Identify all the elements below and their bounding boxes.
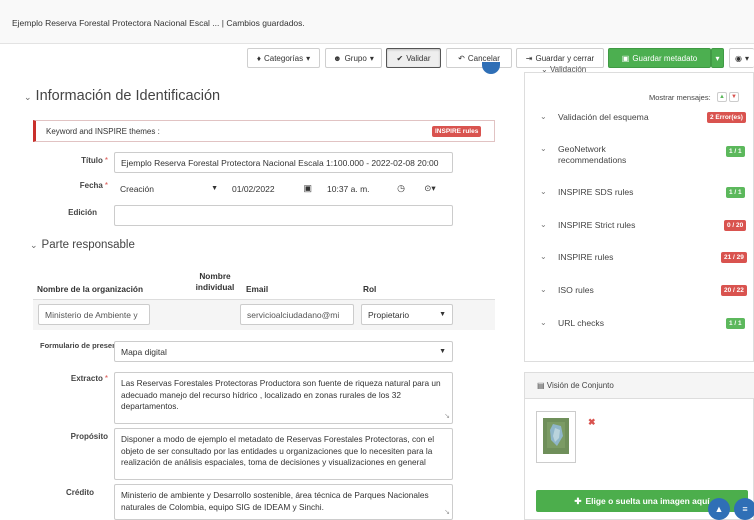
extracto-label: Extracto * — [70, 374, 108, 383]
edicion-label: Edición — [68, 208, 97, 217]
menu-icon: ≡ — [742, 504, 748, 514]
fecha-type-select[interactable]: Creación ▼ — [114, 178, 224, 199]
chevron-up-icon: ▲ — [714, 504, 724, 514]
fecha-time-input[interactable]: 10:37 a. m. ◷ — [321, 178, 411, 199]
chevron-down-icon: ▼ — [439, 348, 446, 355]
circle-options-icon: ⊙▾ — [424, 183, 436, 193]
status-badge: 1 / 1 — [726, 187, 745, 198]
thumbs-up-icon[interactable]: ▲ — [717, 92, 727, 102]
exit-icon: ⇥ — [525, 53, 533, 63]
overview-header: ▤ Visión de Conjunto — [525, 373, 754, 399]
chevron-down-icon: ⌄ — [30, 240, 38, 250]
cancel-button[interactable]: ↶ Cancelar — [446, 48, 512, 68]
header-role: Rol — [363, 284, 377, 294]
chevron-down-icon: ⌄ — [540, 187, 547, 196]
scroll-top-button[interactable]: ▲ — [708, 498, 730, 520]
validate-button[interactable]: ✔ Validar — [386, 48, 441, 68]
header-org: Nombre de la organización — [37, 284, 144, 294]
image-icon: ▤ — [537, 381, 545, 390]
chevron-down-icon: ⌄ — [540, 220, 547, 229]
save-icon: ▣ — [621, 53, 630, 63]
section-identification-title[interactable]: ⌄ Información de Identificación — [24, 88, 220, 104]
email-input[interactable]: servicioalciudadano@mi — [240, 304, 354, 325]
role-select[interactable]: Propietario ▼ — [361, 304, 453, 325]
proposito-label: Propósito — [70, 432, 108, 441]
view-options-button[interactable]: ◉ ▾ — [729, 48, 754, 68]
remove-thumbnail-icon[interactable]: ✖ — [588, 417, 596, 428]
section-responsible-title[interactable]: ⌄ Parte responsable — [30, 239, 135, 251]
undo-icon: ↶ — [458, 53, 465, 63]
alert-text: Keyword and INSPIRE themes : — [46, 127, 160, 136]
chevron-down-icon: ▼ — [439, 311, 446, 318]
responsible-table-header — [33, 266, 495, 300]
edicion-input[interactable] — [114, 205, 453, 226]
inspire-rules-badge: INSPIRE rules — [432, 126, 482, 137]
inspire-alert: Keyword and INSPIRE themes : INSPIRE rul… — [33, 120, 495, 142]
status-badge: 2 Error(es) — [707, 112, 746, 123]
save-metadata-button[interactable]: ▣ Guardar metadato — [608, 48, 711, 68]
clock-icon: ◷ — [397, 183, 405, 193]
status-badge: 1 / 1 — [726, 318, 745, 329]
tag-icon: ♦ — [256, 53, 261, 63]
scroll-indicator — [482, 62, 500, 74]
presentation-form-select[interactable]: Mapa digital ▼ — [114, 341, 453, 362]
categories-button[interactable]: ♦ Categorías ▾ — [247, 48, 320, 68]
group-icon: ☻ — [333, 53, 342, 63]
presentation-form-label: Formulario de presentación — [40, 341, 139, 350]
save-close-label: Guardar y cerrar — [535, 53, 595, 63]
credito-label: Crédito — [66, 488, 94, 497]
categories-label: Categorías — [263, 53, 304, 63]
show-messages-label: Mostrar mensajes: — [649, 93, 711, 102]
window-titlebar: Ejemplo Reserva Forestal Protectora Naci… — [0, 0, 754, 44]
chevron-down-icon: ▾ — [715, 53, 720, 63]
map-thumbnail-image — [537, 412, 575, 462]
validate-label: Validar — [406, 53, 431, 63]
fecha-label: Fecha * — [79, 181, 108, 190]
chevron-down-icon: ⌄ — [540, 285, 547, 294]
chevron-down-icon: ⌄ — [540, 144, 547, 153]
titulo-input[interactable]: Ejemplo Reserva Forestal Protectora Naci… — [114, 152, 453, 173]
titulo-label: Título * — [81, 156, 108, 165]
window-title: Ejemplo Reserva Forestal Protectora Naci… — [12, 18, 305, 28]
chevron-down-icon: ⌄ — [540, 318, 547, 327]
chevron-down-icon: ⌄ — [540, 252, 547, 261]
save-metadata-label: Guardar metadato — [632, 53, 698, 63]
proposito-textarea[interactable]: Disponer a modo de ejemplo el metadato d… — [114, 428, 453, 480]
overview-thumbnail[interactable] — [536, 411, 576, 463]
header-email: Email — [246, 284, 269, 294]
status-badge: 21 / 29 — [721, 252, 747, 263]
credito-textarea[interactable]: Ministerio de ambiente y Desarrollo sost… — [114, 484, 453, 520]
menu-fab-button[interactable]: ≡ — [734, 498, 754, 520]
group-label: Grupo — [344, 53, 367, 63]
status-badge: 0 / 20 — [724, 220, 747, 231]
group-button[interactable]: ☻ Grupo ▾ — [325, 48, 382, 68]
status-badge: 20 / 22 — [721, 285, 747, 296]
chevron-down-icon: ▾ — [744, 53, 749, 63]
plus-circle-icon: ✚ — [574, 495, 582, 506]
calendar-icon: ▣ — [303, 183, 312, 193]
extracto-textarea[interactable]: Las Reservas Forestales Protectoras Prod… — [114, 372, 453, 424]
thumbs-down-icon[interactable]: ▼ — [729, 92, 739, 102]
validation-header: ⌄ Validación — [541, 65, 587, 74]
resize-handle-icon[interactable]: ↘ — [444, 411, 450, 423]
header-individual: Nombre individual — [195, 271, 235, 292]
fecha-options-button[interactable]: ⊙▾ — [415, 178, 445, 199]
fecha-date-input[interactable]: 01/02/2022 ▣ — [226, 178, 318, 199]
chevron-down-icon: ⌄ — [540, 112, 547, 121]
overview-title: ▤ Visión de Conjunto — [537, 381, 614, 390]
chevron-down-icon: ▼ — [211, 185, 218, 192]
org-name-input[interactable]: Ministerio de Ambiente y — [38, 304, 150, 325]
chevron-down-icon: ▾ — [306, 53, 311, 63]
check-icon: ✔ — [396, 53, 404, 63]
save-options-dropdown[interactable]: ▾ — [711, 48, 724, 68]
resize-handle-icon[interactable]: ↘ — [444, 507, 450, 519]
eye-icon: ◉ — [735, 53, 742, 63]
status-badge: 1 / 1 — [726, 146, 745, 157]
chevron-down-icon: ⌄ — [24, 92, 32, 102]
chevron-down-icon: ▾ — [369, 53, 374, 63]
